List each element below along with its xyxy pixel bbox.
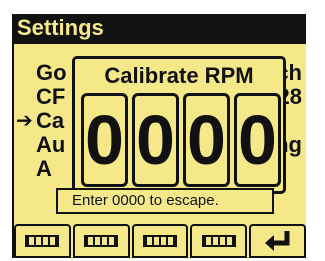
rpm-digit-1[interactable]: 0 <box>81 93 128 187</box>
softkey-1[interactable] <box>14 224 71 258</box>
bar-icon <box>142 235 177 247</box>
menu-item-name: A <box>36 156 52 181</box>
menu-item-name: Ca <box>36 108 65 133</box>
escape-hint: Enter 0000 to escape. <box>56 188 274 214</box>
screen-title: Settings <box>14 14 306 44</box>
bar-icon <box>84 235 119 247</box>
menu-item-name: Go <box>36 60 67 85</box>
bar-icon <box>201 235 236 247</box>
menu-item-name: Au <box>36 132 66 157</box>
softkey-enter[interactable] <box>249 224 306 258</box>
menu-item-name: CF <box>36 84 66 109</box>
selection-arrow-icon: ➔ <box>16 110 33 132</box>
softkey-4[interactable] <box>190 224 248 258</box>
dialog-title: Calibrate RPM <box>104 63 254 88</box>
rpm-digit-3[interactable]: 0 <box>183 93 230 187</box>
device-screen: Settings Go lech CF 128 ➔ Ca Au ning A C… <box>12 14 306 258</box>
calibrate-rpm-dialog: Calibrate RPM 0 0 0 0 <box>72 56 286 194</box>
rpm-digit-entry: 0 0 0 0 <box>81 93 281 187</box>
softkey-2[interactable] <box>72 224 130 258</box>
bar-icon <box>25 235 60 247</box>
softkey-bar <box>14 224 306 258</box>
enter-icon <box>263 229 293 253</box>
rpm-digit-2[interactable]: 0 <box>132 93 179 187</box>
rpm-digit-4[interactable]: 0 <box>234 93 281 187</box>
softkey-3[interactable] <box>131 224 189 258</box>
